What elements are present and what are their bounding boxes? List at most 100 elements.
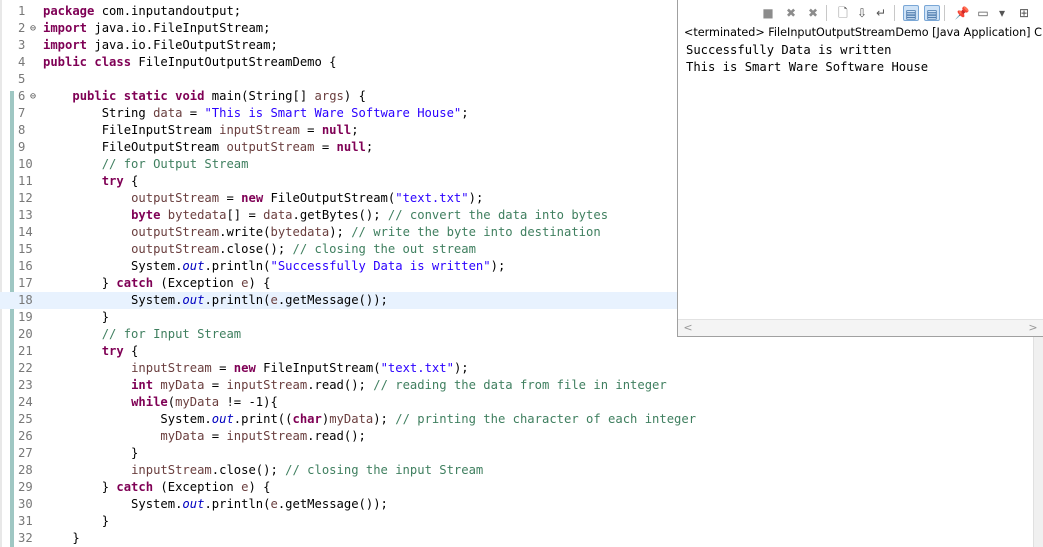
code-text: } catch (Exception e) { — [43, 480, 271, 494]
code-text: byte bytedata[] = data.getBytes(); // co… — [131, 208, 609, 222]
code-text: try { — [101, 344, 139, 358]
code-text: System.out.println("Successfully Data is… — [43, 259, 506, 273]
code-text: System.out.println(e.getMessage()); — [43, 293, 388, 307]
code-text: import java.io.FileInputStream; — [43, 21, 271, 35]
code-line[interactable]: 27 } — [0, 445, 1043, 462]
word-wrap-icon[interactable]: ↵ — [873, 5, 889, 21]
console-process-description: <terminated> FileInputOutputStreamDemo [… — [684, 26, 1043, 39]
line-number: 11 — [18, 174, 33, 188]
scroll-right-arrow-icon[interactable]: > — [1025, 320, 1041, 336]
dropdown-icon[interactable]: ▾ — [994, 5, 1010, 21]
line-number: 5 — [18, 72, 26, 86]
code-text: } — [43, 310, 110, 324]
code-text: int myData = inputStream.read(); // read… — [131, 378, 667, 392]
code-line[interactable]: 21 try { — [0, 343, 1043, 360]
line-number: 7 — [18, 106, 26, 120]
code-text: FileInputStream inputStream = null; — [43, 123, 359, 137]
code-text: String data = "This is Smart Ware Softwa… — [43, 106, 469, 120]
line-number: 20 — [18, 327, 33, 341]
code-text: while(myData != -1){ — [131, 395, 278, 409]
code-text: myData = inputStream.read(); — [160, 429, 366, 443]
line-number: 16 — [18, 259, 33, 273]
line-number: 30 — [18, 497, 33, 511]
line-number: 1 — [18, 4, 26, 18]
code-text: package com.inputandoutput; — [43, 4, 242, 18]
terminate-icon[interactable]: ■ — [760, 5, 776, 21]
code-line[interactable]: 28 inputStream.close(); // closing the i… — [0, 462, 1043, 479]
fold-toggle-icon[interactable]: ⊖ — [30, 88, 41, 105]
line-number: 29 — [18, 480, 33, 494]
code-line[interactable]: 24 while(myData != -1){ — [0, 394, 1043, 411]
line-number: 18 — [18, 293, 33, 307]
line-number: 27 — [18, 446, 33, 460]
console-output[interactable]: Successfully Data is written This is Sma… — [686, 42, 1041, 76]
line-number: 9 — [18, 140, 26, 154]
toolbar-separator — [894, 5, 895, 21]
console-output-line: This is Smart Ware Software House — [686, 60, 929, 74]
code-text: } — [43, 514, 110, 528]
line-number: 28 — [18, 463, 33, 477]
code-text: System.out.println(e.getMessage()); — [43, 497, 388, 511]
code-line[interactable]: 23 int myData = inputStream.read(); // r… — [0, 377, 1043, 394]
line-number: 22 — [18, 361, 33, 375]
fold-toggle-icon[interactable]: ⊖ — [30, 20, 41, 37]
code-line[interactable]: 22 inputStream = new FileInputStream("te… — [0, 360, 1043, 377]
console-horizontal-scrollbar[interactable]: < > — [678, 319, 1043, 336]
line-number: 19 — [18, 310, 33, 324]
code-line[interactable]: 32 } — [0, 530, 1043, 547]
toolbar-separator — [944, 5, 945, 21]
console-output-line: Successfully Data is written — [686, 43, 892, 57]
console-view[interactable]: ■ ✖ ✖ 🗋 ⇩ ↵ ▤ ▤ 📌 ▭ ▾ ⊞ <terminated> FileInputOutpu… — [677, 0, 1043, 337]
scroll-lock-icon[interactable]: ⇩ — [854, 5, 870, 21]
toolbar-separator — [826, 5, 827, 21]
remove-all-terminated-icon[interactable]: ✖ — [805, 5, 821, 21]
line-number: 13 — [18, 208, 33, 222]
open-console-icon[interactable]: ⊞ — [1016, 5, 1032, 21]
display-console-icon[interactable]: ▭ — [975, 5, 991, 21]
line-number: 3 — [18, 38, 26, 52]
line-number: 17 — [18, 276, 33, 290]
line-number: 4 — [18, 55, 26, 69]
code-line[interactable]: 26 myData = inputStream.read(); — [0, 428, 1043, 445]
code-text: outputStream.write(bytedata); // write t… — [131, 225, 601, 239]
code-text: // for Input Stream — [101, 327, 242, 341]
scroll-left-arrow-icon[interactable]: < — [680, 320, 696, 336]
code-text: outputStream.close(); // closing the out… — [131, 242, 476, 256]
code-text: outputStream = new FileOutputStream("tex… — [131, 191, 484, 205]
code-text: // for Output Stream — [101, 157, 249, 171]
line-number: 26 — [18, 429, 33, 443]
line-number: 21 — [18, 344, 33, 358]
code-text: } — [43, 531, 80, 545]
line-number: 25 — [18, 412, 33, 426]
line-number: 14 — [18, 225, 33, 239]
code-text: try { — [101, 174, 139, 188]
editor-vertical-scrollbar[interactable] — [1033, 337, 1043, 547]
code-text: import java.io.FileOutputStream; — [43, 38, 278, 52]
line-number: 24 — [18, 395, 33, 409]
remove-launch-icon[interactable]: ✖ — [783, 5, 799, 21]
line-number: 15 — [18, 242, 33, 256]
line-number: 12 — [18, 191, 33, 205]
code-text: inputStream = new FileInputStream("text.… — [131, 361, 469, 375]
code-text: public static void main(String[] args) { — [72, 89, 366, 103]
clear-console-icon[interactable]: 🗋 — [835, 5, 851, 21]
code-line[interactable]: 31 } — [0, 513, 1043, 530]
code-line[interactable]: 30 System.out.println(e.getMessage()); — [0, 496, 1043, 513]
console-toolbar: ■ ✖ ✖ 🗋 ⇩ ↵ ▤ ▤ 📌 ▭ ▾ ⊞ — [678, 0, 1043, 25]
show-console-stdout-icon[interactable]: ▤ — [903, 5, 919, 21]
code-text: FileOutputStream outputStream = null; — [43, 140, 374, 154]
code-text: inputStream.close(); // closing the inpu… — [131, 463, 484, 477]
line-number: 10 — [18, 157, 33, 171]
code-text: } catch (Exception e) { — [43, 276, 271, 290]
line-number: 32 — [18, 531, 33, 545]
code-text: public class FileInputOutputStreamDemo { — [43, 55, 337, 69]
code-text: System.out.print((char)myData); // print… — [43, 412, 697, 426]
pin-console-icon[interactable]: 📌 — [954, 5, 970, 21]
code-line[interactable]: 29 } catch (Exception e) { — [0, 479, 1043, 496]
show-console-stderr-icon[interactable]: ▤ — [924, 5, 940, 21]
code-line[interactable]: 25 System.out.print((char)myData); // pr… — [0, 411, 1043, 428]
line-number: 8 — [18, 123, 26, 137]
line-number: 31 — [18, 514, 33, 528]
line-number: 23 — [18, 378, 33, 392]
code-text: } — [43, 446, 139, 460]
